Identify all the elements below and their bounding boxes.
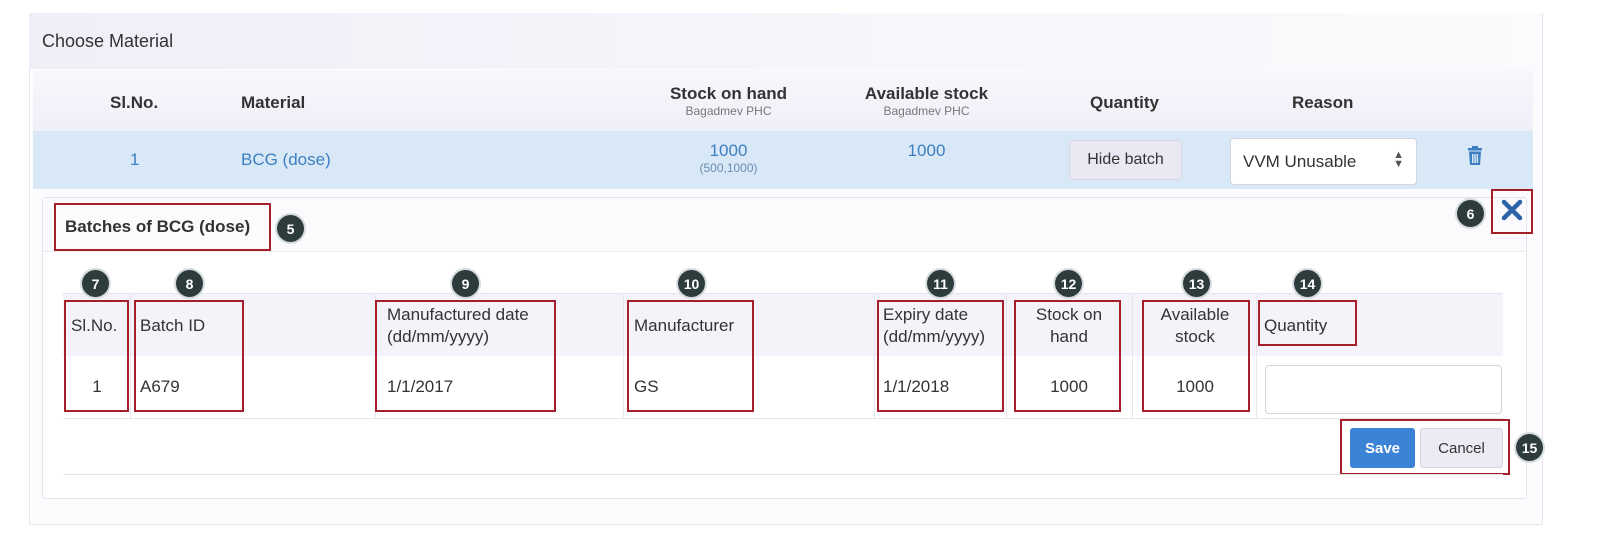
col-slno: Sl.No. (110, 93, 159, 112)
reason-select-value: VVM Unusable (1243, 152, 1357, 171)
col-material: Material (241, 93, 306, 112)
callout-box-5 (54, 203, 271, 251)
callout-badge-12: 12 (1055, 270, 1082, 297)
col-available-stock-label: Available stock (864, 84, 989, 103)
callout-box-10 (627, 300, 754, 412)
col-available-stock-store: Bagadmev PHC (883, 104, 970, 118)
panel-divider (63, 474, 1503, 475)
callout-box-8 (134, 300, 244, 412)
col-divider (1006, 293, 1007, 418)
callout-box-15 (1340, 419, 1510, 475)
callout-box-9 (375, 300, 556, 412)
col-reason: Reason (1292, 93, 1354, 112)
col-stock-on-hand-label: Stock on hand (669, 84, 788, 103)
material-name[interactable]: BCG (dose) (241, 150, 331, 170)
sort-arrows-icon: ▲ ▼ (1393, 149, 1404, 170)
col-divider (130, 293, 131, 418)
col-divider (1132, 293, 1133, 418)
row-stock-on-hand-value: 1000 (709, 141, 748, 160)
panel-header (29, 13, 1541, 69)
callout-badge-7: 7 (82, 270, 109, 297)
row-stock-range: (500,1000) (699, 161, 758, 175)
hide-batch-button[interactable]: Hide batch (1069, 140, 1182, 180)
row-stock-on-hand: 1000 (500,1000) (650, 141, 807, 175)
col-divider (623, 293, 624, 418)
row-available-stock: 1000 (907, 141, 946, 160)
callout-badge-5: 5 (277, 215, 304, 242)
callout-box-12 (1014, 300, 1121, 412)
callout-badge-15: 15 (1516, 434, 1543, 461)
trash-icon[interactable] (1466, 146, 1484, 171)
close-icon[interactable] (1500, 198, 1524, 227)
callout-badge-14: 14 (1294, 270, 1321, 297)
callout-box-13 (1142, 300, 1250, 412)
callout-badge-6: 6 (1457, 200, 1484, 227)
row-slno: 1 (130, 150, 140, 169)
col-stock-on-hand: Stock on hand Bagadmev PHC (650, 84, 807, 118)
col-quantity: Quantity (1090, 93, 1159, 112)
callout-box-14 (1258, 300, 1357, 346)
col-available-stock: Available stock Bagadmev PHC (845, 84, 1008, 118)
callout-badge-13: 13 (1183, 270, 1210, 297)
batch-quantity-input[interactable] (1265, 365, 1502, 414)
reason-select[interactable]: VVM Unusable ▲ ▼ (1230, 138, 1417, 185)
callout-badge-9: 9 (452, 270, 479, 297)
callout-badge-8: 8 (176, 270, 203, 297)
callout-badge-11: 11 (927, 270, 954, 297)
callout-box-7 (64, 300, 129, 412)
col-divider (874, 293, 875, 418)
col-divider (1256, 293, 1257, 418)
callout-badge-10: 10 (678, 270, 705, 297)
callout-box-11 (877, 300, 1004, 412)
panel-title: Choose Material (42, 31, 174, 51)
col-stock-on-hand-store: Bagadmev PHC (685, 104, 772, 118)
